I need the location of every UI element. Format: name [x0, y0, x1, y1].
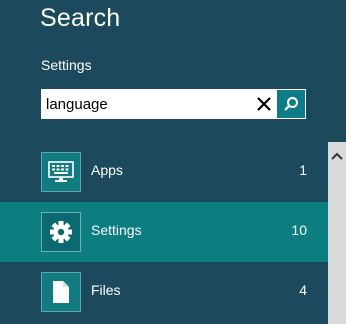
files-tile — [41, 272, 81, 312]
search-box[interactable] — [41, 89, 306, 119]
apps-tile — [41, 152, 81, 192]
results-scrollbar[interactable] — [328, 142, 346, 324]
search-title: Search — [40, 4, 121, 32]
search-input[interactable] — [42, 90, 251, 118]
result-count: 10 — [291, 222, 307, 238]
scroll-up-button[interactable] — [328, 142, 346, 170]
result-row-settings[interactable]: Settings 10 — [0, 202, 328, 262]
settings-tile — [41, 212, 81, 252]
document-icon — [53, 281, 69, 303]
search-icon — [284, 97, 298, 111]
search-scope-label[interactable]: Settings — [41, 57, 92, 73]
result-label: Settings — [91, 222, 142, 238]
result-label: Apps — [91, 162, 123, 178]
result-row-apps[interactable]: Apps 1 — [0, 142, 328, 202]
keyboard-icon — [48, 161, 74, 182]
close-icon — [257, 97, 271, 111]
result-count: 4 — [299, 282, 307, 298]
clear-button[interactable] — [251, 90, 277, 118]
result-count: 1 — [299, 162, 307, 178]
result-label: Files — [91, 282, 121, 298]
results-list: Apps 1 Settings 10 Files 4 — [0, 142, 328, 322]
gear-icon — [50, 221, 72, 243]
search-submit-button[interactable] — [277, 90, 305, 118]
chevron-up-icon — [331, 152, 343, 160]
result-row-files[interactable]: Files 4 — [0, 262, 328, 322]
